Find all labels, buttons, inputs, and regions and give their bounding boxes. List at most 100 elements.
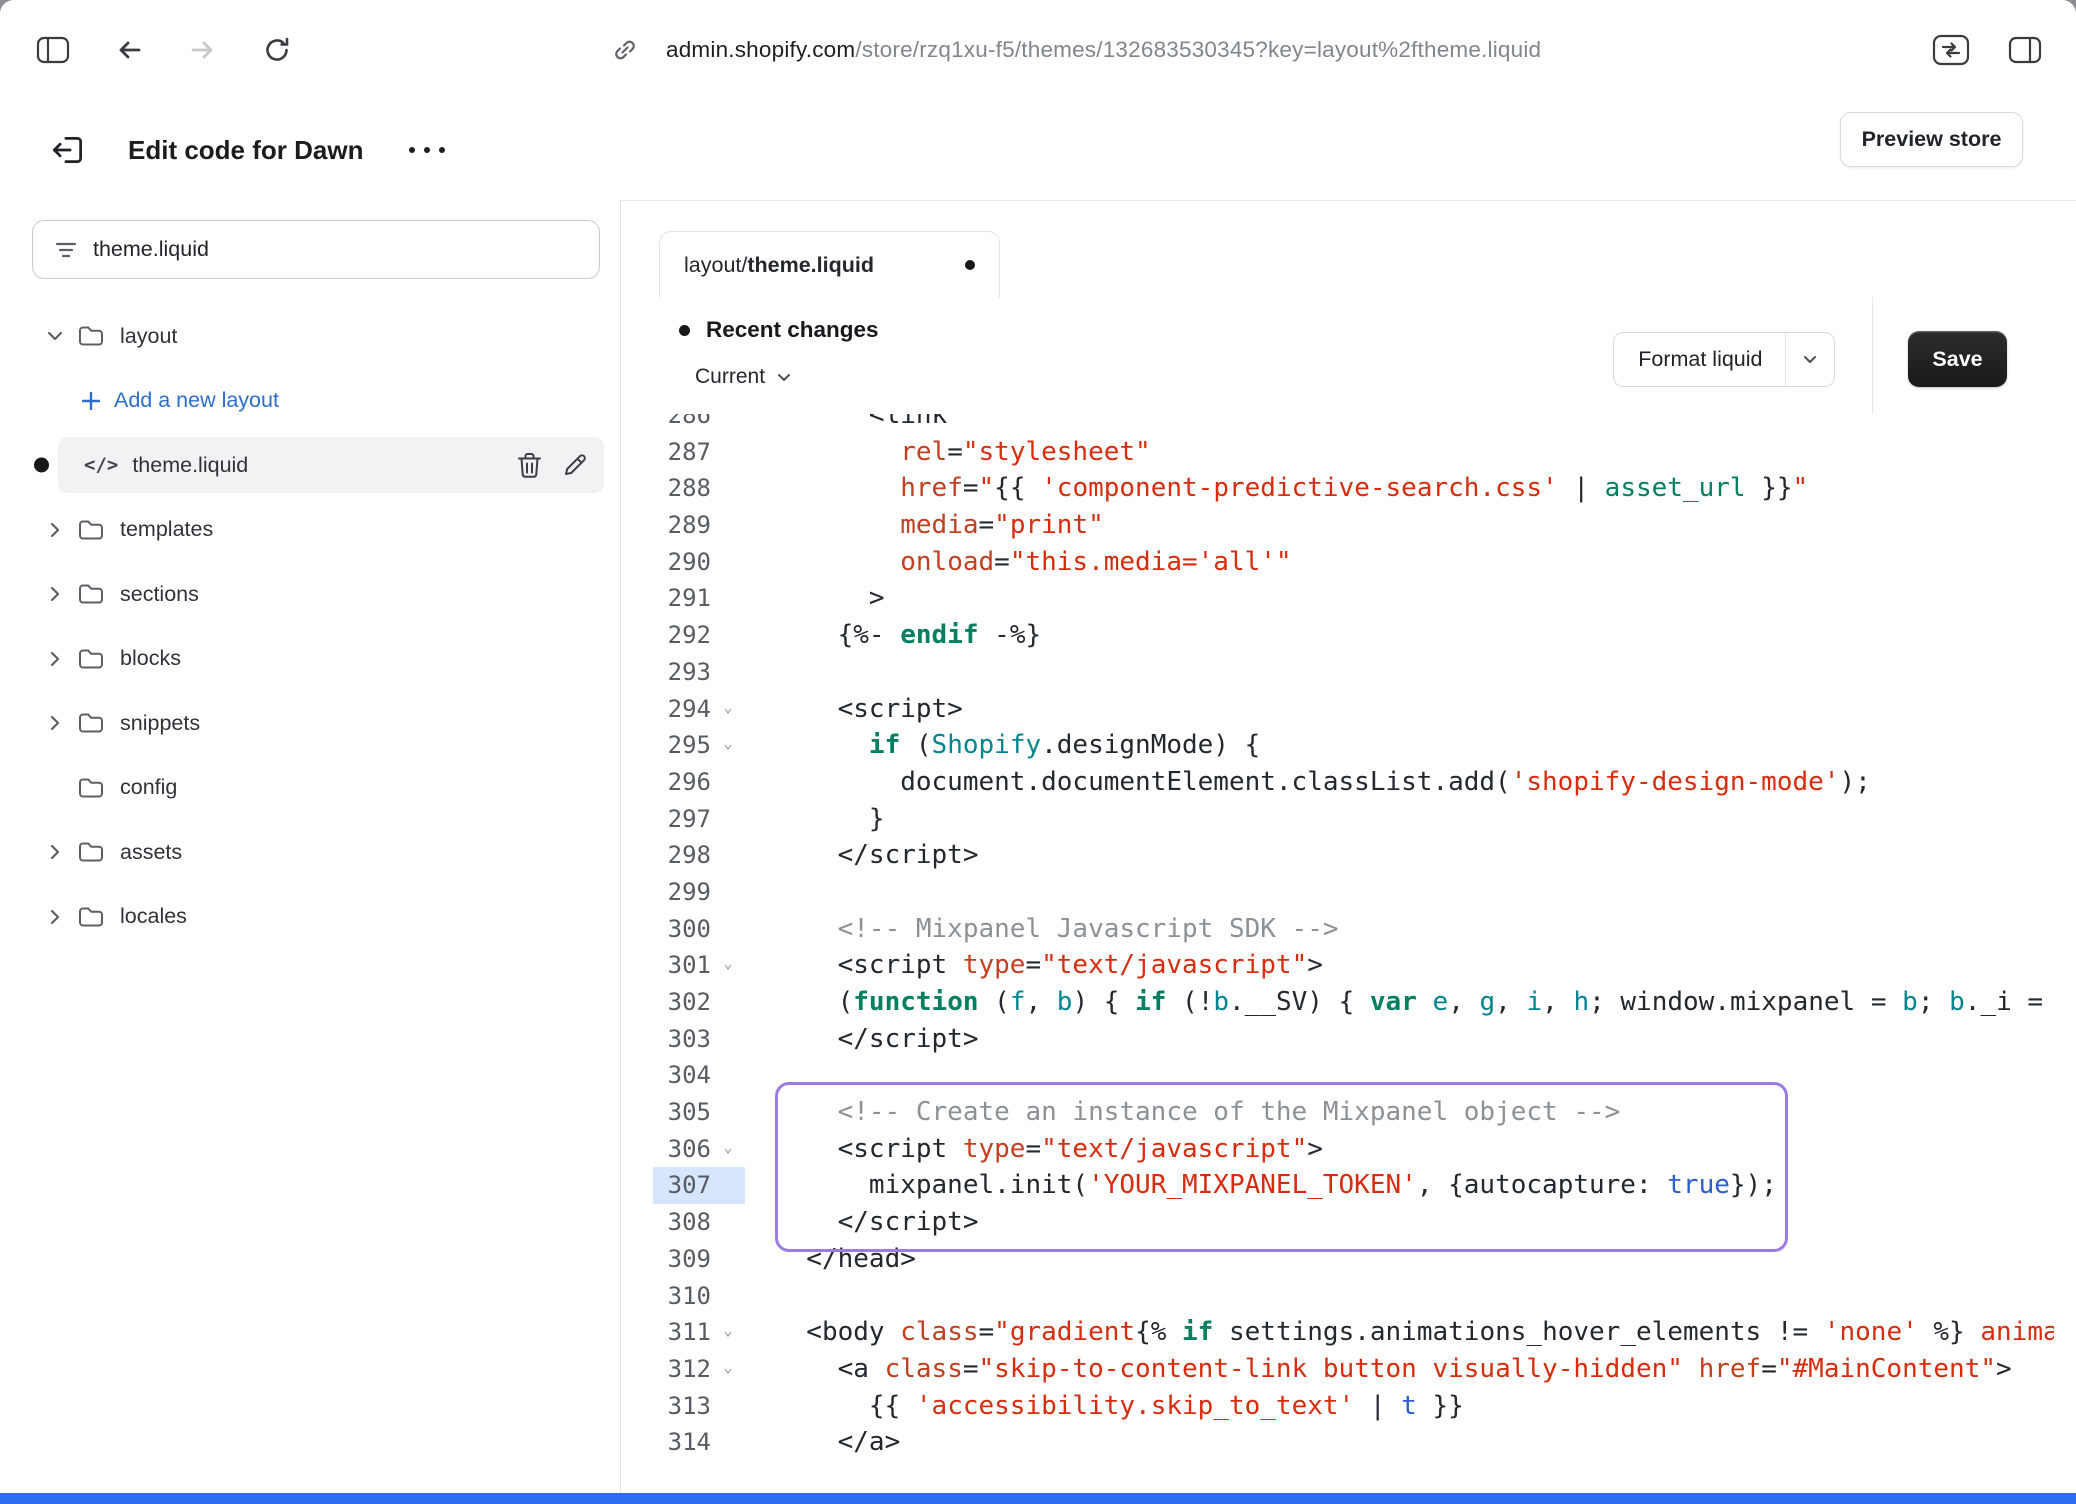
code-line[interactable]: rel="stylesheet" [745, 434, 1151, 471]
code-line[interactable]: } [745, 801, 885, 838]
code-line[interactable] [745, 1057, 775, 1094]
code-row[interactable]: 289 media="print" [653, 507, 2054, 544]
code-row[interactable]: 292 {%- endif -%} [653, 617, 2054, 654]
chevron-right-icon[interactable] [44, 586, 66, 602]
preview-store-button[interactable]: Preview store [1840, 112, 2023, 167]
code-line[interactable]: document.documentElement.classList.add('… [745, 764, 1871, 801]
chevron-right-icon[interactable] [44, 909, 66, 925]
code-row[interactable]: 294⌄ <script> [653, 691, 2054, 728]
code-row[interactable]: 291 > [653, 580, 2054, 617]
code-row[interactable]: 301⌄ <script type="text/javascript"> [653, 947, 2054, 984]
code-row[interactable]: 304 [653, 1057, 2054, 1094]
reload-icon[interactable] [262, 35, 292, 65]
version-dropdown[interactable]: Current [695, 365, 791, 389]
code-editor[interactable]: 286 <link287 rel="stylesheet"288 href="{… [653, 414, 2054, 1493]
code-line[interactable]: <script type="text/javascript"> [745, 947, 1323, 984]
code-row[interactable]: 310 [653, 1278, 2054, 1315]
code-line[interactable]: </head> [745, 1241, 916, 1278]
code-row[interactable]: 312⌄ <a class="skip-to-content-link butt… [653, 1351, 2054, 1388]
code-line[interactable]: href="{{ 'component-predictive-search.cs… [745, 470, 1808, 507]
sidebar-item-blocks[interactable]: blocks [0, 631, 620, 687]
code-row[interactable]: 314 </a> [653, 1424, 2054, 1461]
fold-chevron-icon[interactable]: ⌄ [711, 1349, 745, 1386]
code-row[interactable]: 306⌄ <script type="text/javascript"> [653, 1131, 2054, 1168]
fold-chevron-icon[interactable]: ⌄ [711, 1129, 745, 1166]
fold-chevron-icon[interactable]: ⌄ [711, 725, 745, 762]
format-options-chevron[interactable] [1786, 355, 1834, 364]
code-line[interactable]: (function (f, b) { if (!b.__SV) { var e,… [745, 984, 2043, 1021]
sidebar-item-theme-liquid[interactable]: </> theme.liquid [58, 437, 604, 493]
code-row[interactable]: 295⌄ if (Shopify.designMode) { [653, 727, 2054, 764]
extensions-icon[interactable] [1932, 34, 1970, 66]
code-row[interactable]: 288 href="{{ 'component-predictive-searc… [653, 470, 2054, 507]
back-arrow-icon[interactable] [114, 35, 144, 65]
delete-file-icon[interactable] [517, 452, 542, 479]
file-search-input[interactable]: theme.liquid [32, 220, 600, 279]
code-line[interactable]: media="print" [745, 507, 1104, 544]
code-line[interactable]: </a> [745, 1424, 900, 1461]
address-bar[interactable]: admin.shopify.com/store/rzq1xu-f5/themes… [612, 0, 1541, 100]
code-line[interactable]: </script> [745, 1021, 979, 1058]
sidebar-toggle-icon[interactable] [36, 36, 70, 64]
code-line[interactable]: onload="this.media='all'" [745, 544, 1292, 581]
rename-file-icon[interactable] [562, 452, 588, 479]
code-row[interactable]: 311⌄ <body class="gradient{% if settings… [653, 1314, 2054, 1351]
code-line[interactable]: <body class="gradient{% if settings.anim… [745, 1314, 2054, 1351]
chevron-right-icon[interactable] [44, 715, 66, 731]
save-button[interactable]: Save [1908, 331, 2007, 387]
code-line[interactable]: mixpanel.init('YOUR_MIXPANEL_TOKEN', {au… [745, 1167, 1777, 1204]
chevron-right-icon[interactable] [44, 522, 66, 538]
more-options-button[interactable] [409, 147, 445, 153]
code-line[interactable]: </script> [745, 837, 979, 874]
code-row[interactable]: 299 [653, 874, 2054, 911]
fold-chevron-icon[interactable]: ⌄ [711, 1312, 745, 1349]
code-line[interactable]: {{ 'accessibility.skip_to_text' | t }} [745, 1388, 1464, 1425]
code-line[interactable]: {%- endif -%} [745, 617, 1041, 654]
code-line[interactable] [745, 654, 775, 691]
code-line[interactable]: if (Shopify.designMode) { [745, 727, 1260, 764]
sidebar-item-locales[interactable]: locales [0, 889, 620, 945]
add-new-layout-button[interactable]: Add a new layout [0, 373, 620, 429]
code-row[interactable]: 308 </script> [653, 1204, 2054, 1241]
sidebar-item-sections[interactable]: sections [0, 566, 620, 622]
right-panel-toggle-icon[interactable] [2008, 36, 2042, 64]
sidebar-item-templates[interactable]: templates [0, 502, 620, 558]
sidebar-item-snippets[interactable]: snippets [0, 695, 620, 751]
code-row[interactable]: 298 </script> [653, 837, 2054, 874]
format-liquid-button[interactable]: Format liquid [1613, 332, 1835, 387]
code-line[interactable]: <script> [745, 691, 963, 728]
code-row[interactable]: 313 {{ 'accessibility.skip_to_text' | t … [653, 1388, 2054, 1425]
code-line[interactable] [745, 874, 775, 911]
fold-chevron-icon[interactable]: ⌄ [711, 689, 745, 726]
code-row[interactable]: 296 document.documentElement.classList.a… [653, 764, 2054, 801]
code-row[interactable]: 287 rel="stylesheet" [653, 434, 2054, 471]
chevron-down-icon[interactable] [44, 331, 66, 341]
chevron-right-icon[interactable] [44, 651, 66, 667]
code-row[interactable]: 302 (function (f, b) { if (!b.__SV) { va… [653, 984, 2054, 1021]
code-row[interactable]: 300 <!-- Mixpanel Javascript SDK --> [653, 911, 2054, 948]
code-line[interactable]: <link [745, 414, 947, 434]
tab-theme-liquid[interactable]: layout/theme.liquid [659, 231, 1000, 298]
code-line[interactable]: <script type="text/javascript"> [745, 1131, 1323, 1168]
forward-arrow-icon[interactable] [188, 35, 218, 65]
code-line[interactable]: > [745, 580, 885, 617]
sidebar-item-assets[interactable]: assets [0, 824, 620, 880]
exit-editor-icon[interactable] [48, 130, 88, 170]
code-line[interactable] [745, 1278, 775, 1315]
fold-chevron-icon[interactable]: ⌄ [711, 945, 745, 982]
chevron-right-icon[interactable] [44, 844, 66, 860]
sidebar-item-layout[interactable]: layout [0, 308, 620, 364]
code-row[interactable]: 305 <!-- Create an instance of the Mixpa… [653, 1094, 2054, 1131]
code-line[interactable]: </script> [745, 1204, 979, 1241]
sidebar-item-config[interactable]: config [0, 760, 620, 816]
code-row[interactable]: 307 mixpanel.init('YOUR_MIXPANEL_TOKEN',… [653, 1167, 2054, 1204]
code-row[interactable]: 290 onload="this.media='all'" [653, 544, 2054, 581]
code-row[interactable]: 293 [653, 654, 2054, 691]
code-row[interactable]: 286 <link [653, 414, 2054, 434]
code-line[interactable]: <!-- Mixpanel Javascript SDK --> [745, 911, 1339, 948]
code-row[interactable]: 303 </script> [653, 1021, 2054, 1058]
code-row[interactable]: 309 </head> [653, 1241, 2054, 1278]
code-row[interactable]: 297 } [653, 801, 2054, 838]
code-line[interactable]: <a class="skip-to-content-link button vi… [745, 1351, 2012, 1388]
code-line[interactable]: <!-- Create an instance of the Mixpanel … [745, 1094, 1620, 1131]
